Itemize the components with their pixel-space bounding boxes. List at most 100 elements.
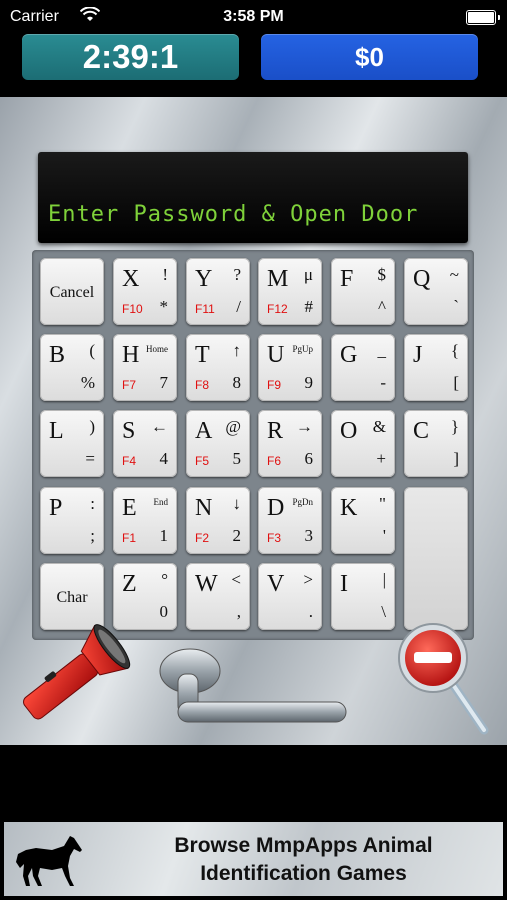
key-secondary: 6 [304,449,314,468]
key-y[interactable]: Y? / F11 [186,258,250,325]
key-e[interactable]: E End 1 F1 [113,487,177,554]
key-symbol: | [382,570,386,589]
key-i[interactable]: I | \ [331,563,395,630]
key-k[interactable]: K " ' [331,487,395,554]
key-letter: Z [122,571,137,597]
key-letter: C [413,418,430,444]
key-symbol: & [372,417,386,436]
door-handle-icon[interactable] [158,646,348,736]
key-s[interactable]: S ← 4 F4 [113,410,177,477]
key-function: F1 [122,531,137,545]
key-l[interactable]: L) = [40,410,104,477]
key-letter: F [340,266,354,292]
key-n[interactable]: N ↓ 2 F2 [186,487,250,554]
key-h[interactable]: H Home 7 F7 [113,334,177,401]
key-secondary: [ [453,373,459,392]
banner-line-1: Browse MmpApps Animal [174,834,433,857]
key-symbol: ° [161,570,168,589]
key-symbol: " [379,494,386,513]
key-secondary: # [304,297,314,316]
key-secondary: ; [90,526,95,545]
key-letter: Q [413,266,431,292]
key-symbol: _ [377,341,387,360]
key-symbol: < [231,570,241,589]
key-c[interactable]: C}] [404,410,468,477]
key-symbol: ! [162,265,168,284]
key-letter: B [49,342,66,368]
key-symbol: ↑ [232,341,242,360]
key-secondary: 8 [232,373,242,392]
key-symbol: ~ [449,265,459,284]
key-letter: M [267,266,289,292]
key-letter: V [267,571,285,597]
key-secondary: ] [453,449,459,468]
key-secondary: . [308,602,313,621]
key-function: F8 [195,378,210,392]
key-secondary: % [80,373,95,392]
key-g[interactable]: G _ - [331,334,395,401]
key-symbol: End [153,497,169,507]
display-message: Enter Password & Open Door [48,202,419,227]
key-q[interactable]: Q ~ ` [404,258,468,325]
key-f[interactable]: F $ ^ [331,258,395,325]
key-function: F2 [195,531,210,545]
key-label: Char [56,589,88,606]
key-letter: N [195,495,213,521]
status-bar: Carrier 3:58 PM [0,0,507,34]
key-cancel[interactable]: Cancel [40,258,104,325]
key-function: F4 [122,454,137,468]
key-secondary: / [236,297,241,316]
key-function: F3 [267,531,282,545]
key-letter: H [122,342,140,368]
key-secondary: 3 [304,526,314,545]
horse-icon [16,836,82,886]
money-display: $0 [261,34,478,80]
key-letter: Y [195,266,213,292]
key-function: F10 [122,302,143,316]
magnifier-icon[interactable] [396,620,492,738]
key-secondary: 1 [159,526,169,545]
key-w[interactable]: W <, [186,563,250,630]
flashlight-icon[interactable] [8,614,142,734]
key-letter: T [195,342,210,368]
key-j[interactable]: J {[ [404,334,468,401]
promo-banner[interactable]: Browse MmpApps Animal Identification Gam… [4,822,503,896]
key-function: F6 [267,454,282,468]
key-symbol: } [450,417,459,436]
key-letter: I [340,571,348,597]
key-secondary: + [376,449,386,468]
key-u[interactable]: U PgUp 9 F9 [258,334,322,401]
banner-line-2: Identification Games [200,862,407,885]
key-letter: P [49,495,63,521]
key-letter: X [122,266,140,292]
key-secondary: ' [382,526,386,545]
key-letter: W [195,571,218,597]
key-a[interactable]: A @5 F5 [186,410,250,477]
key-o[interactable]: O & + [331,410,395,477]
key-r[interactable]: R → 6 F6 [258,410,322,477]
key-function: F11 [195,302,215,316]
key-secondary: 0 [159,602,169,621]
key-function: F5 [195,454,210,468]
key-b[interactable]: B (% [40,334,104,401]
key-symbol: ( [89,341,95,360]
key-x[interactable]: X! * F10 [113,258,177,325]
key-letter: E [122,495,137,521]
key-t[interactable]: T ↑ 8 F8 [186,334,250,401]
key-d[interactable]: D PgDn 3 F3 [258,487,322,554]
clock: 3:58 PM [223,8,284,25]
key-symbol: μ [303,265,313,284]
key-letter: O [340,418,358,444]
timer-display: 2:39:1 [22,34,239,80]
key-p[interactable]: P:; [40,487,104,554]
key-letter: S [122,418,136,444]
key-v[interactable]: V >. [258,563,322,630]
key-label: Cancel [49,284,95,301]
key-symbol: { [450,341,459,360]
key-secondary: 9 [304,373,314,392]
key-secondary: * [159,297,169,316]
key-blank [404,487,468,630]
battery-icon [466,10,500,25]
key-m[interactable]: Mμ # F12 [258,258,322,325]
key-function: F9 [267,378,282,392]
